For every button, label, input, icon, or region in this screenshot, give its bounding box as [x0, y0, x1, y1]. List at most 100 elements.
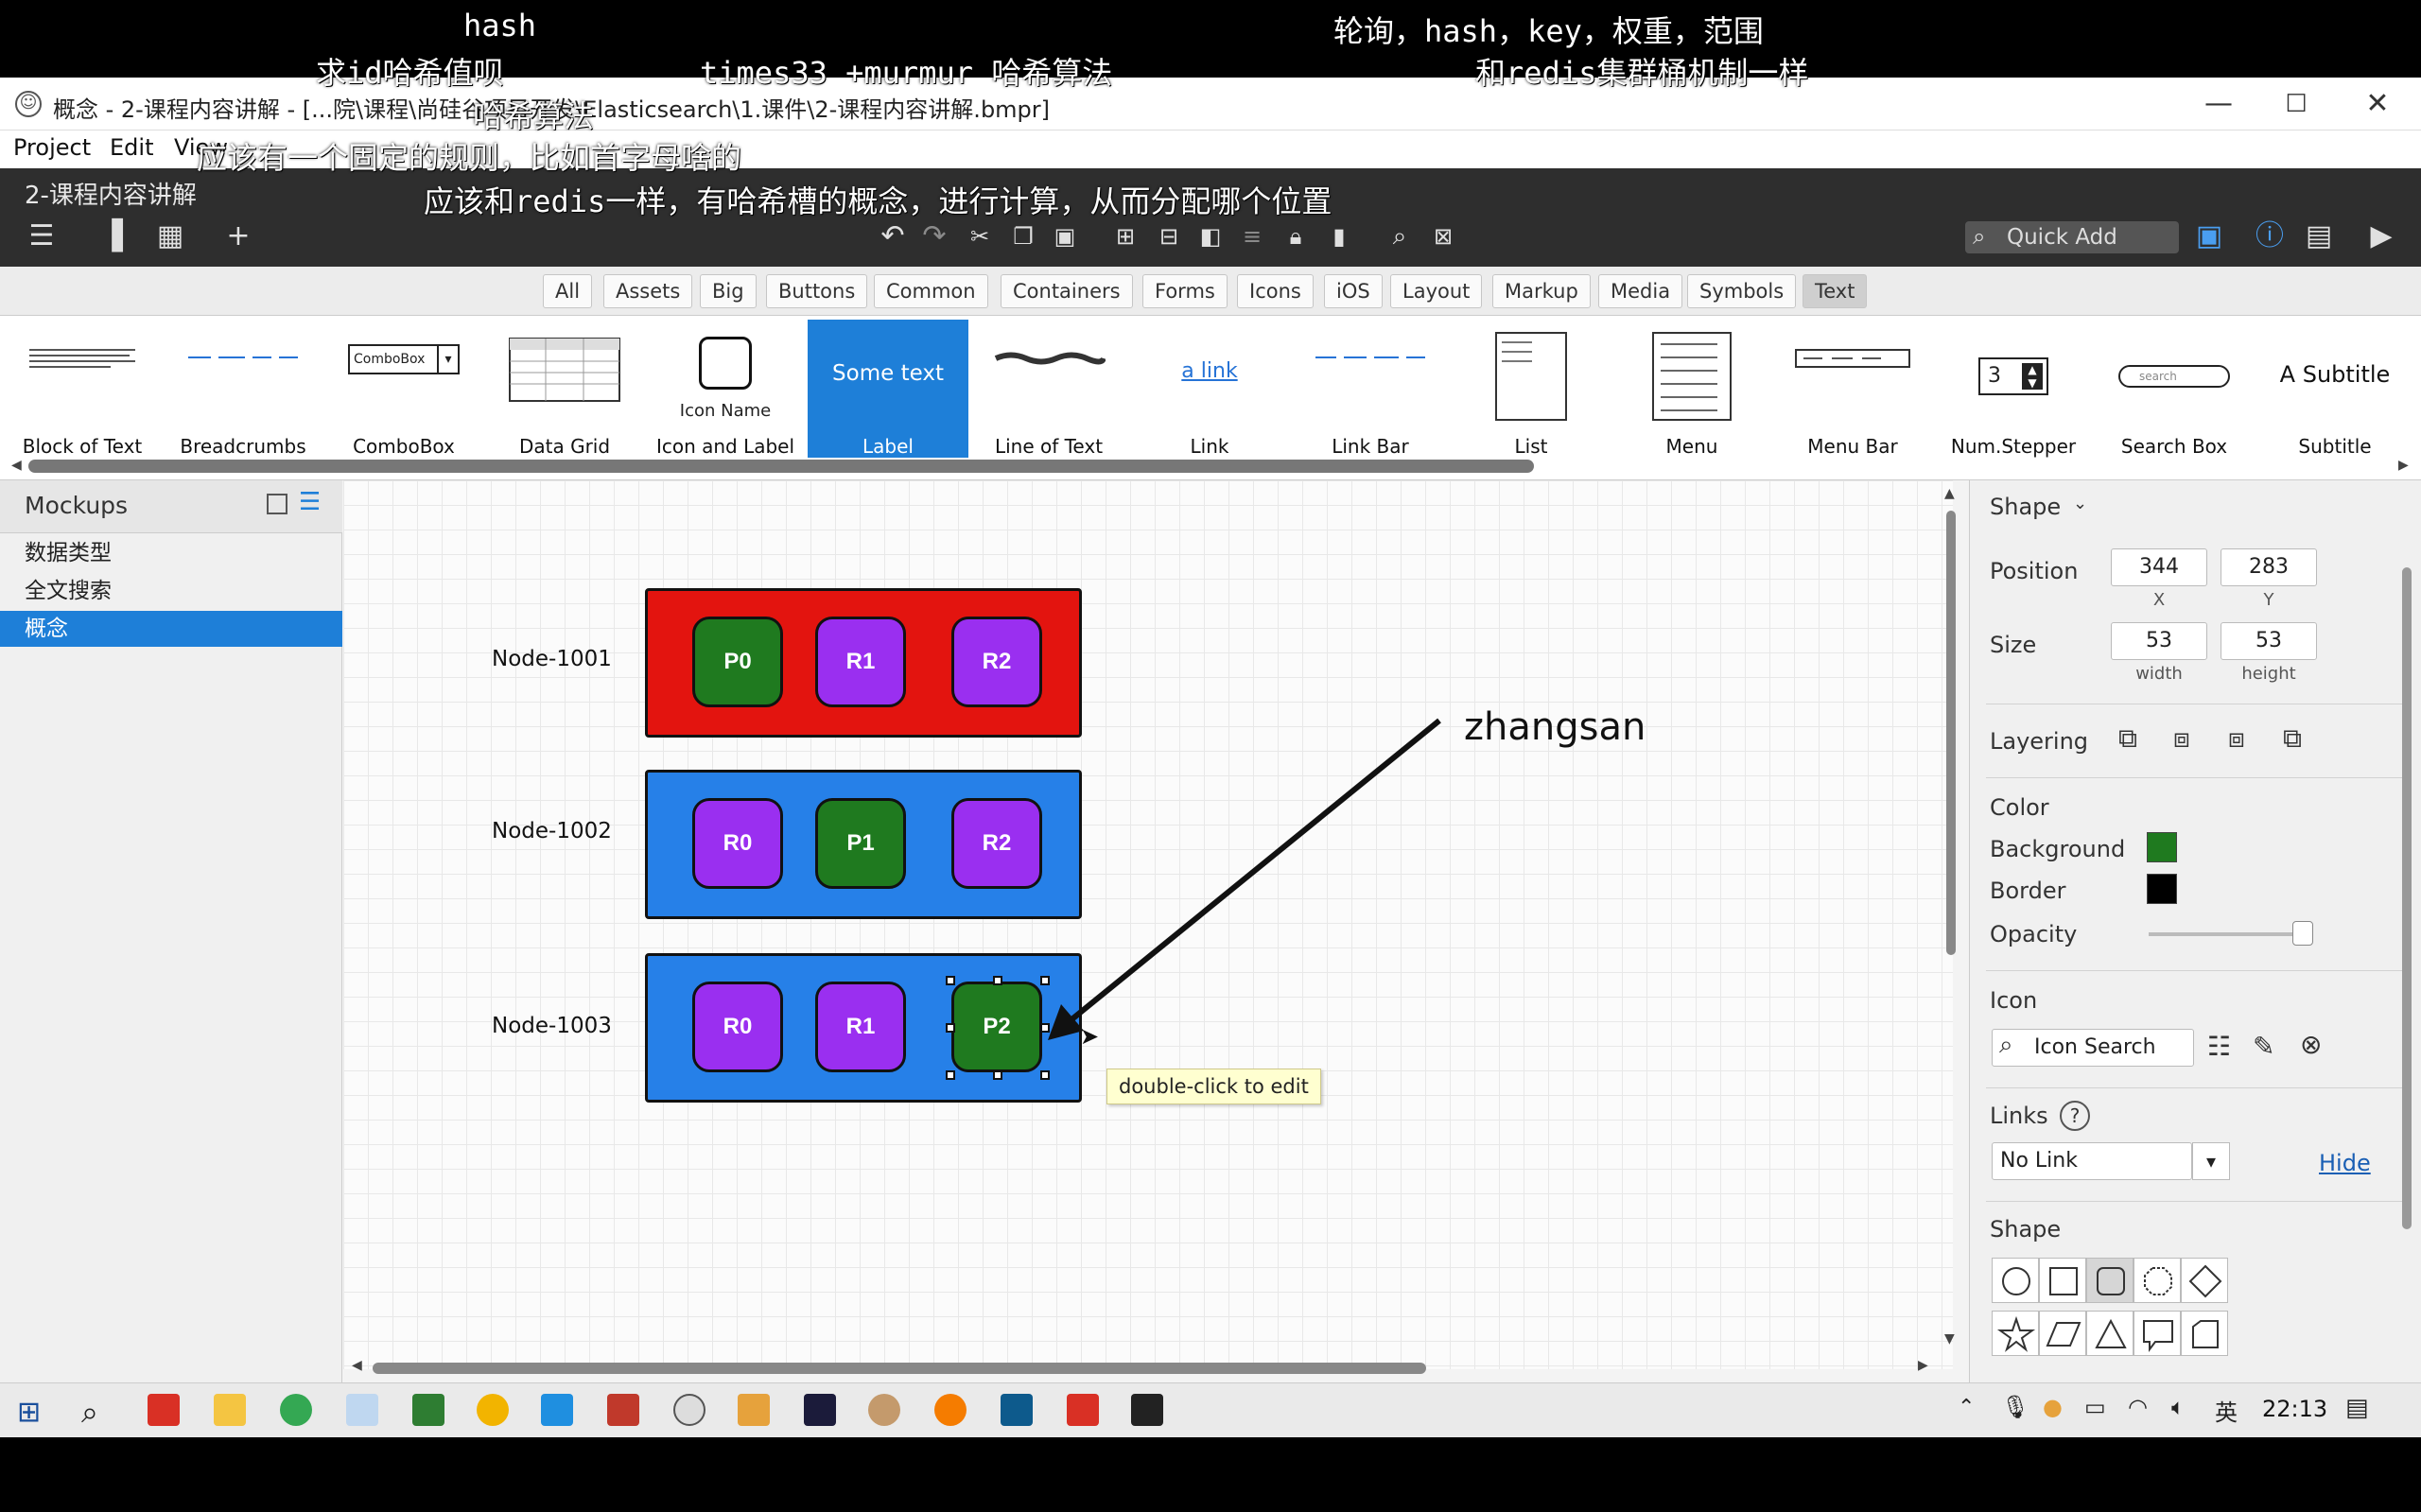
- position-x-field[interactable]: 344: [2111, 548, 2207, 586]
- shape-diamond-button[interactable]: [2181, 1258, 2228, 1303]
- intellij-icon[interactable]: [804, 1394, 836, 1426]
- chevron-down-icon[interactable]: ▾: [2192, 1142, 2230, 1180]
- grid-view-icon[interactable]: ▦: [153, 219, 187, 253]
- mockup-item-data-types[interactable]: 数据类型: [0, 535, 342, 571]
- chrome-icon[interactable]: [280, 1394, 312, 1426]
- fullscreen-icon[interactable]: ⊠: [1426, 219, 1460, 253]
- tab-containers[interactable]: Containers: [1001, 274, 1133, 308]
- windows-start-icon[interactable]: ⊞: [17, 1396, 41, 1429]
- resize-handle[interactable]: [993, 976, 1002, 985]
- media-library-icon[interactable]: ▣: [2192, 219, 2226, 253]
- icon-browse-icon[interactable]: ☷: [2207, 1031, 2231, 1062]
- properties-header[interactable]: Shape: [1990, 494, 2061, 520]
- library-item-block-of-text[interactable]: Block of Text: [2, 320, 163, 458]
- arrow-label[interactable]: zhangsan: [1464, 705, 1646, 749]
- shard-box[interactable]: R1: [815, 617, 906, 707]
- quick-add-input[interactable]: Quick Add: [1965, 221, 2179, 253]
- tab-markup[interactable]: Markup: [1492, 274, 1591, 308]
- bring-forward-icon[interactable]: ⧈: [2173, 722, 2190, 755]
- height-field[interactable]: 53: [2221, 622, 2317, 660]
- library-item-num-stepper[interactable]: 3 ▲ ▼ Num.Stepper: [1933, 320, 2094, 458]
- hide-link[interactable]: Hide: [2319, 1150, 2371, 1176]
- shard-box[interactable]: P1: [815, 798, 906, 889]
- shard-box[interactable]: R2: [951, 617, 1042, 707]
- border-color-swatch[interactable]: [2147, 874, 2177, 904]
- library-item-list[interactable]: List: [1451, 320, 1611, 458]
- file-explorer-icon[interactable]: [214, 1394, 246, 1426]
- tab-text[interactable]: Text: [1803, 274, 1868, 308]
- shape-triangle-button[interactable]: [2086, 1311, 2134, 1356]
- tab-symbols[interactable]: Symbols: [1687, 274, 1797, 308]
- library-item-menu[interactable]: Menu: [1611, 320, 1772, 458]
- tray-app-icon[interactable]: ●: [2043, 1394, 2063, 1420]
- width-field[interactable]: 53: [2111, 622, 2207, 660]
- library-scrollbar[interactable]: [28, 460, 1534, 473]
- tab-layout[interactable]: Layout: [1390, 274, 1483, 308]
- single-view-icon[interactable]: ▌: [106, 219, 140, 253]
- minimize-button[interactable]: —: [2181, 83, 2256, 125]
- screen-capture-icon[interactable]: [541, 1394, 573, 1426]
- scroll-left-icon[interactable]: ◀: [11, 458, 22, 473]
- library-item-line-of-text[interactable]: Line of Text: [968, 320, 1129, 458]
- battery-icon[interactable]: ▭: [2084, 1394, 2106, 1420]
- scroll-down-icon[interactable]: ▼: [1944, 1331, 1955, 1347]
- library-item-label-component[interactable]: Some text Label: [808, 320, 968, 458]
- group-icon[interactable]: ⊞: [1108, 219, 1142, 253]
- chart-app-icon[interactable]: [412, 1394, 444, 1426]
- scroll-up-icon[interactable]: ▲: [1944, 486, 1955, 501]
- add-mockup-icon[interactable]: +: [221, 219, 255, 253]
- shard-box[interactable]: R1: [815, 982, 906, 1072]
- app-icon[interactable]: [1001, 1394, 1033, 1426]
- library-item-icon-and-label[interactable]: Icon Name Icon and Label: [645, 320, 806, 458]
- opacity-slider-thumb[interactable]: [2292, 921, 2313, 946]
- resize-handle[interactable]: [946, 976, 955, 985]
- menu-project[interactable]: Project: [13, 134, 91, 161]
- copy-icon[interactable]: ❐: [1006, 219, 1040, 253]
- shape-rounded-rectangle-button[interactable]: [2086, 1258, 2134, 1303]
- shape-rectangle-button[interactable]: [2039, 1258, 2086, 1303]
- app-icon[interactable]: [738, 1394, 770, 1426]
- tab-media[interactable]: Media: [1598, 274, 1683, 308]
- node-label[interactable]: Node-1002: [492, 819, 612, 843]
- library-item-link-bar[interactable]: Link Bar: [1290, 320, 1451, 458]
- volume-icon[interactable]: 🔈︎: [2171, 1394, 2185, 1420]
- app-icon[interactable]: [607, 1394, 639, 1426]
- wps-icon[interactable]: [148, 1394, 180, 1426]
- notes-icon[interactable]: ▤: [2302, 219, 2336, 253]
- microphone-icon[interactable]: 🎙︎: [2001, 1394, 2029, 1420]
- thumbnail-view-icon[interactable]: [267, 494, 287, 514]
- tab-forms[interactable]: Forms: [1142, 274, 1228, 308]
- app-icon[interactable]: [934, 1394, 967, 1426]
- tab-common[interactable]: Common: [874, 274, 988, 308]
- resize-handle[interactable]: [993, 1070, 1002, 1080]
- app-icon[interactable]: [346, 1394, 378, 1426]
- mybatis-icon[interactable]: [477, 1394, 509, 1426]
- icon-search-input[interactable]: Icon Search: [1992, 1029, 2194, 1067]
- chevron-up-icon[interactable]: ⌃: [1958, 1396, 1975, 1419]
- shard-box[interactable]: P0: [692, 617, 783, 707]
- node-label[interactable]: Node-1001: [492, 647, 612, 671]
- node-label[interactable]: Node-1003: [492, 1014, 612, 1038]
- chevron-down-icon[interactable]: ⌄: [2073, 494, 2087, 513]
- shard-box[interactable]: R2: [951, 798, 1042, 889]
- paste-icon[interactable]: ▣: [1048, 219, 1082, 253]
- shard-box[interactable]: R0: [692, 798, 783, 889]
- help-icon[interactable]: ?: [2060, 1101, 2090, 1131]
- cut-icon[interactable]: ✂: [963, 219, 997, 253]
- link-select[interactable]: No Link: [1992, 1142, 2192, 1180]
- avatar-icon[interactable]: [868, 1394, 900, 1426]
- tab-buttons[interactable]: Buttons: [766, 274, 868, 308]
- lock-icon[interactable]: 🔒︎: [1279, 219, 1313, 253]
- notification-icon[interactable]: ▤: [2345, 1394, 2369, 1422]
- arrow-connector[interactable]: [1040, 700, 1494, 1059]
- scroll-right-icon[interactable]: ▶: [2398, 458, 2409, 473]
- align-icon[interactable]: ≡: [1235, 219, 1269, 253]
- canvas-horizontal-scrollbar[interactable]: [373, 1363, 1426, 1374]
- library-item-menu-bar[interactable]: Menu Bar: [1772, 320, 1933, 458]
- shape-parallelogram-button[interactable]: [2039, 1311, 2086, 1356]
- mockup-item-concepts[interactable]: 概念: [0, 611, 342, 647]
- find-icon[interactable]: ⌕: [1383, 219, 1417, 253]
- hamburger-menu-icon[interactable]: ☰: [25, 219, 59, 253]
- delete-icon[interactable]: ▮: [1322, 219, 1356, 253]
- resize-handle[interactable]: [946, 1070, 955, 1080]
